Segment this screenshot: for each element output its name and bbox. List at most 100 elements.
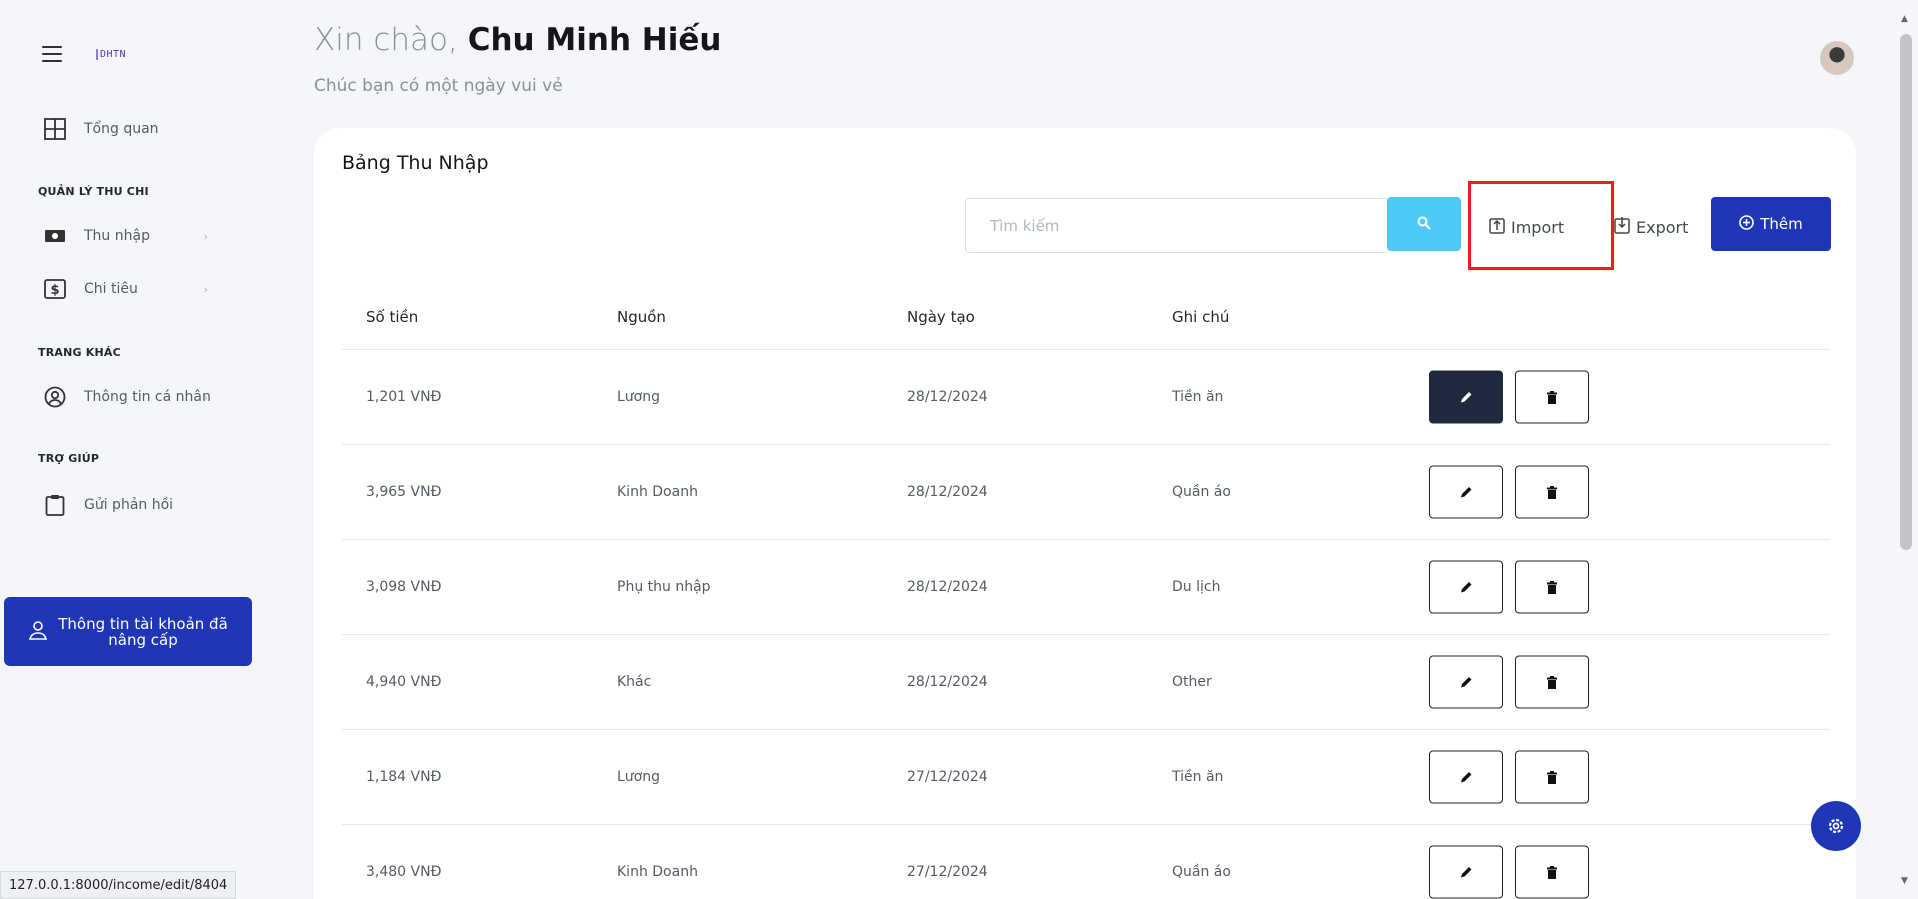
user-icon (28, 620, 48, 643)
column-header: Ghi chú (1172, 308, 1230, 326)
edit-button[interactable] (1429, 370, 1503, 424)
grid-icon (44, 118, 66, 140)
column-header: Ngày tạo (907, 308, 975, 326)
note-cell: Du lịch (1172, 579, 1221, 595)
delete-button[interactable] (1515, 845, 1589, 899)
note-cell: Tiền ăn (1172, 769, 1224, 785)
avatar[interactable] (1820, 41, 1854, 75)
sidebar-item-label: Gửi phản hồi (84, 497, 174, 513)
add-button[interactable]: Thêm (1711, 197, 1831, 251)
plus-circle-icon (1739, 214, 1755, 234)
pencil-icon (1461, 771, 1472, 782)
sidebar-item-label: Chi tiêu (84, 281, 138, 297)
scrollbar-thumb[interactable] (1900, 34, 1912, 550)
section-label-other: TRANG KHÁC (38, 346, 121, 359)
dollar-icon: $ (44, 278, 66, 300)
date-cell: 28/12/2024 (907, 579, 988, 595)
upgraded-account-button[interactable]: Thông tin tài khoản đã nâng cấp (4, 597, 252, 666)
pencil-icon (1461, 866, 1472, 877)
note-cell: Tiền ăn (1172, 389, 1224, 405)
sidebar-item-overview[interactable]: Tổng quan (44, 115, 214, 143)
greeting: Xin chào, Chu Minh Hiếu (314, 22, 721, 58)
note-cell: Quần áo (1172, 484, 1231, 500)
date-cell: 28/12/2024 (907, 389, 988, 405)
trash-icon (1547, 675, 1557, 689)
sidebar-header: DHTN (42, 46, 126, 62)
note-cell: Quần áo (1172, 864, 1231, 880)
import-button[interactable]: Import (1489, 216, 1564, 238)
delete-button[interactable] (1515, 655, 1589, 709)
source-cell: Khác (617, 674, 652, 690)
source-cell: Lương (617, 389, 660, 405)
settings-button[interactable] (1811, 801, 1861, 851)
delete-button[interactable] (1515, 465, 1589, 519)
trash-icon (1547, 865, 1557, 879)
delete-button[interactable] (1515, 560, 1589, 614)
pencil-icon (1461, 486, 1472, 497)
gear-icon (1828, 818, 1844, 834)
sidebar-item-income[interactable]: Thu nhập › (44, 222, 214, 250)
delete-button[interactable] (1515, 370, 1589, 424)
export-button[interactable]: Export (1614, 216, 1688, 238)
source-cell: Kinh Doanh (617, 864, 698, 880)
column-header: Nguồn (617, 308, 666, 326)
sidebar-item-feedback[interactable]: Gửi phản hồi (44, 491, 214, 519)
trash-icon (1547, 580, 1557, 594)
pencil-icon (1461, 391, 1472, 402)
source-cell: Kinh Doanh (617, 484, 698, 500)
date-cell: 27/12/2024 (907, 864, 988, 880)
sidebar-item-label: Thông tin cá nhân (84, 389, 211, 405)
column-header: Số tiền (366, 308, 419, 326)
note-cell: Other (1172, 674, 1212, 690)
edit-button[interactable] (1429, 465, 1503, 519)
sidebar-item-expense[interactable]: $ Chi tiêu › (44, 275, 214, 303)
edit-button[interactable] (1429, 560, 1503, 614)
upgrade-label: Thông tin tài khoản đã nâng cấp (58, 614, 228, 649)
clipboard-icon (44, 494, 66, 516)
table-row: 4,940 VNĐ Khác 28/12/2024 Other (342, 635, 1830, 730)
status-bar-url: 127.0.0.1:8000/income/edit/8404 (0, 871, 237, 899)
section-label-help: TRỢ GIÚP (38, 452, 100, 465)
chevron-right-icon: › (203, 282, 208, 296)
search-icon (1417, 215, 1431, 234)
sidebar-item-profile[interactable]: Thông tin cá nhân › (44, 383, 214, 411)
pencil-icon (1461, 581, 1472, 592)
table-row: 3,480 VNĐ Kinh Doanh 27/12/2024 Quần áo (342, 825, 1830, 899)
search-input[interactable] (965, 198, 1389, 253)
trash-icon (1547, 485, 1557, 499)
hamburger-icon[interactable] (42, 46, 62, 62)
edit-button[interactable] (1429, 845, 1503, 899)
search-button[interactable] (1387, 197, 1461, 251)
section-label-finance: QUẢN LÝ THU CHI (38, 185, 149, 198)
amount-cell: 4,940 VNĐ (366, 674, 442, 690)
chevron-right-icon: › (203, 229, 208, 243)
scroll-down-arrow-icon[interactable]: ▼ (1901, 876, 1908, 886)
scroll-up-arrow-icon[interactable]: ▲ (1901, 14, 1908, 24)
chevron-right-icon: › (203, 390, 208, 404)
pencil-icon (1461, 676, 1472, 687)
edit-button[interactable] (1429, 750, 1503, 804)
income-table: Số tiền Nguồn Ngày tạo Ghi chú 1,201 VNĐ… (342, 285, 1830, 899)
card-title: Bảng Thu Nhập (342, 152, 489, 174)
sidebar-item-label: Tổng quan (84, 121, 159, 137)
amount-cell: 3,098 VNĐ (366, 579, 442, 595)
greeting-prefix: Xin chào, (314, 22, 458, 58)
table-header: Số tiền Nguồn Ngày tạo Ghi chú (342, 285, 1830, 350)
import-label: Import (1511, 217, 1565, 237)
svg-text:$: $ (50, 283, 59, 298)
sidebar-item-label: Thu nhập (84, 228, 150, 244)
user-circle-icon (44, 386, 66, 408)
source-cell: Phụ thu nhập (617, 579, 711, 595)
amount-cell: 3,480 VNĐ (366, 864, 442, 880)
greeting-subtitle: Chúc bạn có một ngày vui vẻ (314, 76, 563, 96)
edit-button[interactable] (1429, 655, 1503, 709)
delete-button[interactable] (1515, 750, 1589, 804)
cash-icon (44, 225, 66, 247)
table-row: 1,201 VNĐ Lương 28/12/2024 Tiền ăn (342, 350, 1830, 445)
export-label: Export (1636, 217, 1689, 237)
table-row: 3,098 VNĐ Phụ thu nhập 28/12/2024 Du lịc… (342, 540, 1830, 635)
trash-icon (1547, 390, 1557, 404)
upload-icon (1489, 216, 1505, 238)
source-cell: Lương (617, 769, 660, 785)
app-logo[interactable]: DHTN (96, 48, 126, 60)
